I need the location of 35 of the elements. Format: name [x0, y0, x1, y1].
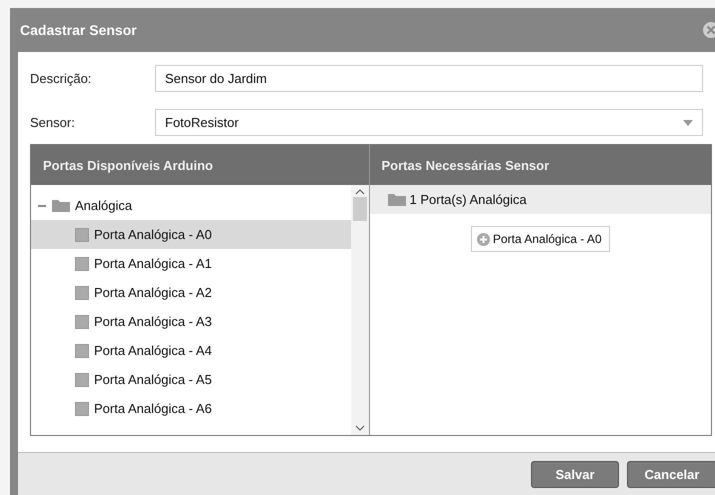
port-icon [75, 372, 89, 386]
window-title: Cadastrar Sensor [20, 22, 137, 38]
description-field[interactable]: Sensor do Jardim [155, 65, 703, 92]
tree-item[interactable]: Porta Analógica - A6 [31, 394, 350, 423]
port-icon [75, 314, 89, 328]
panel-header: Portas Disponíveis Arduino [31, 145, 368, 185]
close-icon[interactable] [702, 21, 715, 39]
cancel-button[interactable]: Cancelar [627, 460, 715, 488]
port-icon [75, 228, 89, 242]
sensor-dropdown[interactable]: FotoResistor [155, 109, 703, 136]
save-button[interactable]: Salvar [531, 460, 619, 488]
tree-item[interactable]: Porta Analógica - A4 [31, 336, 350, 365]
tree-item[interactable]: Porta Analógica - A3 [31, 307, 350, 336]
port-slot[interactable]: Porta Analógica - A0 [470, 226, 610, 252]
port-icon [75, 402, 89, 416]
folder-icon [388, 193, 406, 206]
folder-icon [52, 199, 70, 212]
tree-item[interactable]: Porta Analógica - A0 [31, 220, 350, 249]
tree-item[interactable]: Analógica [75, 198, 132, 213]
scrollbar[interactable] [350, 185, 368, 436]
port-icon [75, 256, 89, 270]
field-label: Descrição: [30, 71, 92, 86]
port-icon [75, 344, 89, 358]
port-icon [75, 286, 89, 300]
panel-header: Portas Necessárias Sensor [370, 145, 711, 185]
tree-item[interactable]: 1 Porta(s) Analógica [370, 185, 711, 214]
tree-item[interactable]: Porta Analógica - A1 [31, 249, 350, 278]
scroll-thumb[interactable] [352, 197, 366, 221]
scroll-down-icon[interactable] [354, 425, 364, 432]
tree-item[interactable]: Porta Analógica - A5 [31, 365, 350, 394]
plus-icon [476, 232, 490, 246]
dropdown-arrow-icon [683, 120, 693, 126]
field-label: Sensor: [30, 115, 76, 130]
scroll-up-icon[interactable] [354, 189, 364, 195]
tree-item[interactable]: Porta Analógica - A2 [31, 278, 350, 307]
